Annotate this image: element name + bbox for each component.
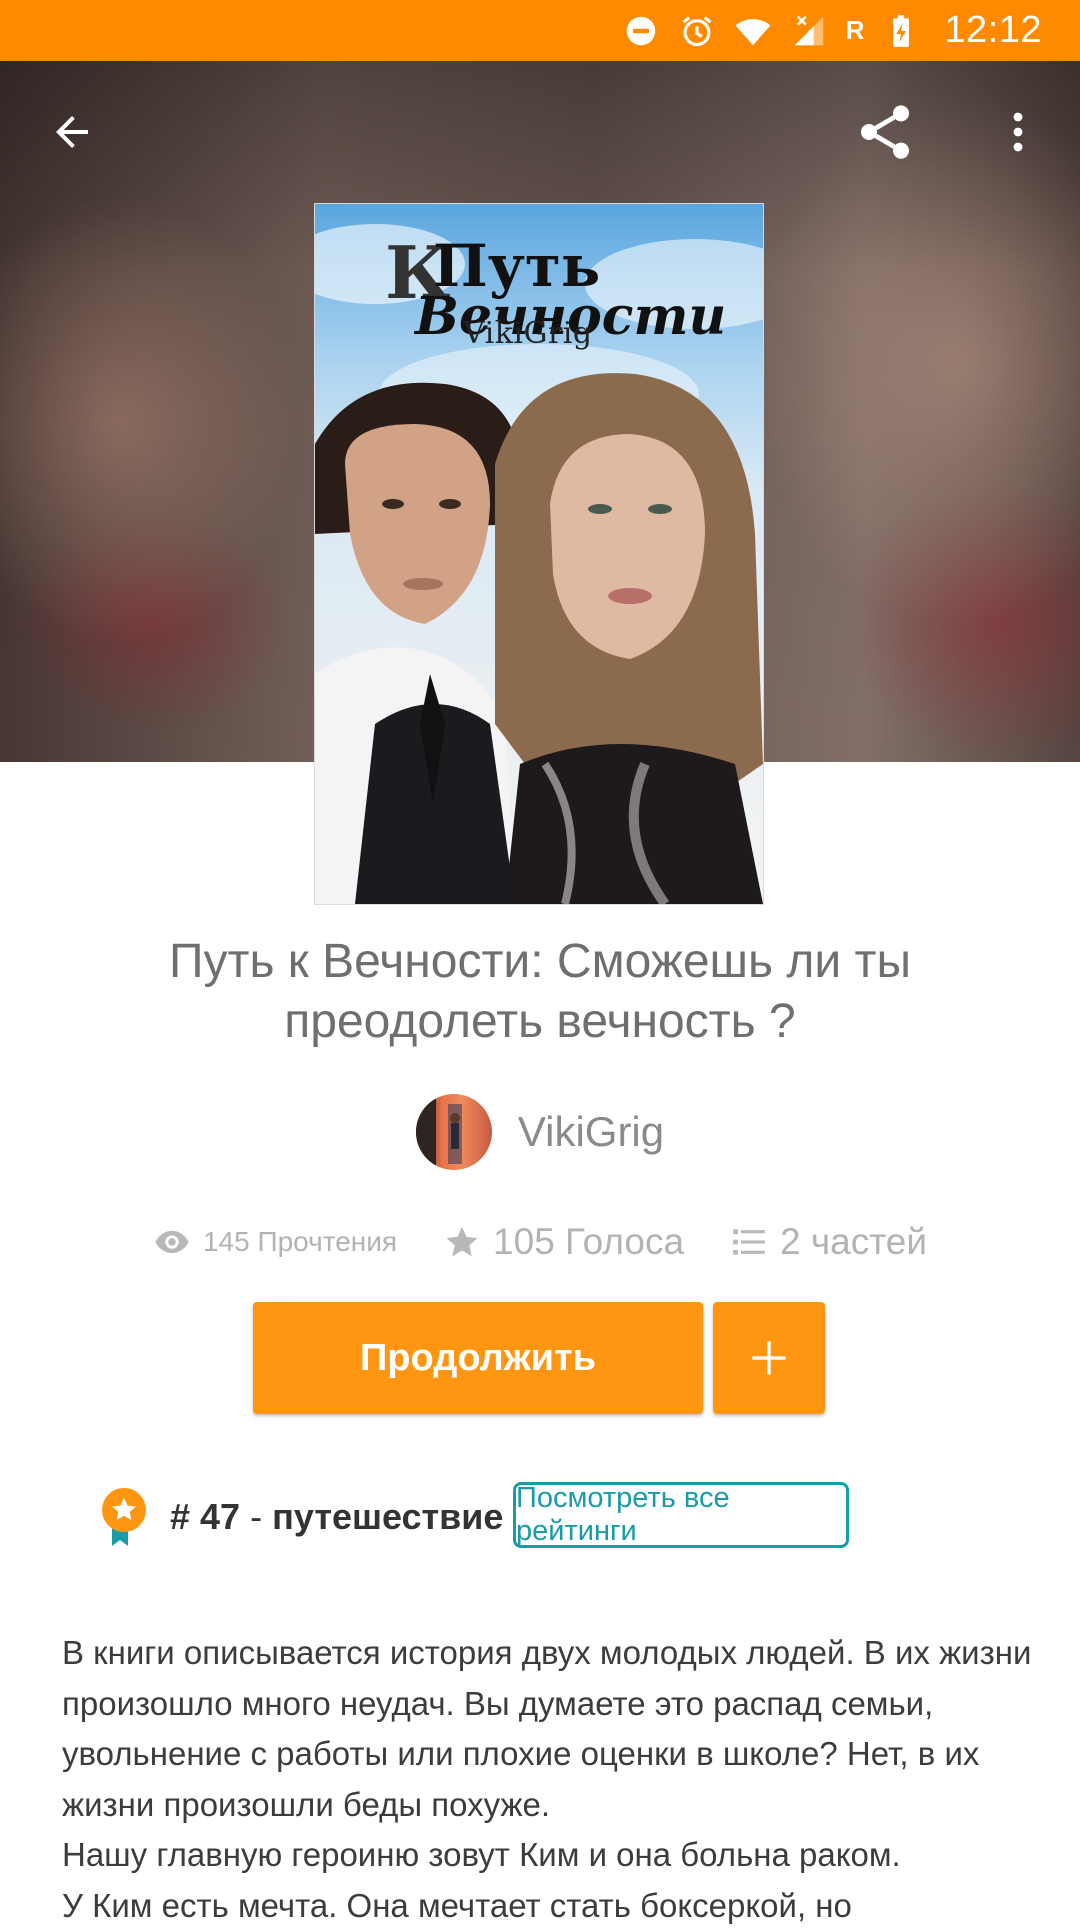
back-arrow-icon (56, 116, 88, 148)
story-title: Путь к Вечности: Сможешь ли ты преодолет… (168, 935, 912, 1048)
rank-number: # 47 (170, 1496, 241, 1537)
cover-author: VikiGrig (463, 316, 593, 351)
votes-stat: 105 Голоса (443, 1221, 684, 1263)
story-stats: 145 Прочтения 105 Голоса 2 частей (0, 1212, 1080, 1272)
reads-stat: 145 Прочтения (153, 1223, 397, 1261)
eye-icon (155, 1230, 189, 1254)
avatar[interactable] (415, 1094, 492, 1170)
ranking-row: # 47 - путешествие Посмотреть все рейтин… (100, 1480, 1000, 1552)
author-name[interactable]: VikiGrig (518, 1108, 664, 1156)
rank-category: путешествие (272, 1496, 504, 1537)
parts-stat[interactable]: 2 частей (730, 1221, 927, 1263)
avatar-image (415, 1094, 462, 1170)
story-description: В книги описывается история двух молодых… (62, 1634, 1032, 1924)
reads-count: 145 Прочтения (202, 1226, 398, 1257)
plus-icon (752, 1341, 786, 1375)
author-row[interactable]: VikiGrig (0, 1092, 1080, 1172)
status-time: 12:12 (944, 9, 1042, 51)
carrier-letter: R (845, 15, 865, 45)
view-all-rankings-button[interactable]: Посмотреть все рейтинги (513, 1482, 849, 1548)
list-icon (733, 1229, 765, 1255)
votes-count: 105 Голоса (493, 1221, 685, 1262)
more-options-button[interactable] (982, 96, 1054, 168)
parts-count[interactable]: 2 частей (780, 1221, 927, 1263)
do-not-disturb-icon (626, 16, 655, 45)
signal-icon (794, 15, 823, 45)
ranking-badge-icon (102, 1488, 146, 1546)
status-icons: R 12:12 (622, 0, 1042, 61)
add-to-library-button[interactable] (713, 1302, 825, 1414)
wifi-icon (735, 18, 771, 45)
more-vertical-icon (1013, 112, 1023, 152)
alarm-icon (682, 15, 712, 46)
battery-charging-icon (893, 14, 910, 47)
continue-reading-button[interactable]: Продолжить (253, 1302, 703, 1414)
share-button[interactable] (849, 96, 921, 168)
share-icon (861, 105, 909, 159)
star-icon (446, 1226, 478, 1257)
rank-separator: - (250, 1496, 263, 1537)
ranking-text: # 47 - путешествие (170, 1496, 503, 1538)
back-button[interactable] (36, 96, 108, 168)
status-bar: R 12:12 (0, 0, 1080, 61)
book-cover[interactable]: К Путь Вечности VikiGrig (315, 204, 763, 904)
